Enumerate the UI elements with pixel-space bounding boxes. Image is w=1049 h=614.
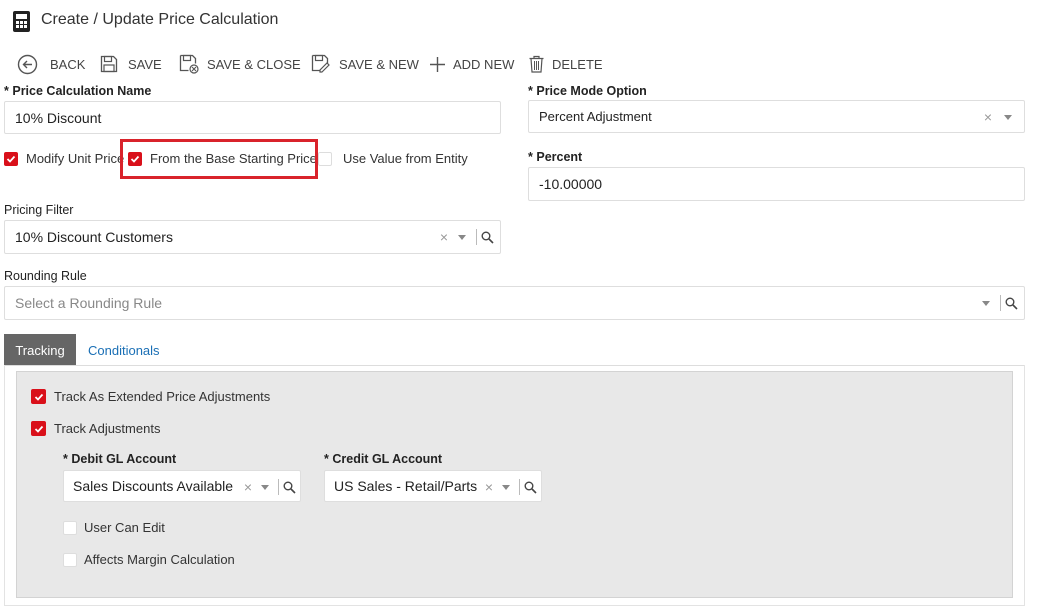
checkbox-checked-icon	[4, 151, 18, 166]
name-label: * Price Calculation Name	[4, 84, 152, 98]
modify-unit-price-checkbox[interactable]: Modify Unit Price	[4, 151, 124, 166]
track-extended-checkbox[interactable]: Track As Extended Price Adjustments	[31, 389, 270, 404]
save-close-icon	[179, 54, 199, 74]
debit-gl-account-select[interactable]: Sales Discounts Available ×	[63, 470, 301, 502]
search-icon[interactable]	[524, 481, 537, 494]
chevron-down-icon[interactable]	[502, 484, 510, 490]
chevron-down-icon[interactable]	[982, 300, 990, 306]
percent-input[interactable]: -10.00000	[528, 167, 1025, 201]
delete-button[interactable]: DELETE	[529, 53, 603, 75]
tab-conditionals[interactable]: Conditionals	[88, 334, 160, 366]
search-icon[interactable]	[1005, 297, 1018, 310]
tab-tracking[interactable]: Tracking	[4, 334, 76, 366]
search-icon[interactable]	[481, 231, 494, 244]
checkbox-checked-icon	[31, 421, 46, 436]
page-title: Create / Update Price Calculation	[41, 11, 279, 28]
checkbox-unchecked-icon	[63, 552, 77, 567]
checkbox-checked-icon	[31, 389, 46, 404]
checkbox-unchecked-icon	[63, 520, 77, 535]
save-icon	[100, 55, 118, 73]
save-new-button[interactable]: SAVE & NEW	[311, 53, 419, 75]
rounding-rule-select[interactable]: Select a Rounding Rule	[4, 286, 1025, 320]
clear-icon[interactable]: ×	[244, 479, 252, 495]
debit-gl-label: * Debit GL Account	[63, 452, 177, 466]
user-can-edit-checkbox[interactable]: User Can Edit	[63, 520, 165, 535]
back-button[interactable]: BACK	[17, 53, 85, 75]
save-close-button[interactable]: SAVE & CLOSE	[179, 53, 301, 75]
chevron-down-icon[interactable]	[261, 484, 269, 490]
pricing-filter-label: Pricing Filter	[4, 203, 74, 217]
affects-margin-checkbox[interactable]: Affects Margin Calculation	[63, 552, 235, 567]
price-mode-label: * Price Mode Option	[528, 84, 647, 98]
track-adjustments-checkbox[interactable]: Track Adjustments	[31, 421, 160, 436]
chevron-down-icon[interactable]	[458, 234, 466, 240]
clear-icon[interactable]: ×	[485, 479, 493, 495]
highlight-box	[120, 139, 318, 179]
clear-icon[interactable]: ×	[984, 109, 992, 125]
price-calculation-name-input[interactable]: 10% Discount	[4, 101, 501, 134]
trash-icon	[529, 55, 544, 73]
credit-gl-account-select[interactable]: US Sales - Retail/Parts ×	[324, 470, 542, 502]
search-icon[interactable]	[283, 481, 296, 494]
clear-icon[interactable]: ×	[440, 229, 448, 245]
rounding-rule-label: Rounding Rule	[4, 269, 87, 283]
credit-gl-label: * Credit GL Account	[324, 452, 443, 466]
save-new-icon	[311, 54, 330, 73]
back-arrow-icon	[17, 54, 38, 74]
use-value-from-entity-checkbox[interactable]: Use Value from Entity	[318, 151, 468, 166]
pricing-filter-select[interactable]: 10% Discount Customers ×	[4, 220, 501, 254]
percent-label: * Percent	[528, 150, 583, 164]
plus-icon	[430, 56, 445, 72]
checkbox-unchecked-icon	[318, 151, 332, 166]
chevron-down-icon[interactable]	[1004, 114, 1012, 120]
save-button[interactable]: SAVE	[100, 53, 162, 75]
add-new-button[interactable]: ADD NEW	[430, 53, 514, 75]
price-mode-select[interactable]: Percent Adjustment ×	[528, 100, 1025, 133]
calculator-icon	[13, 11, 30, 32]
